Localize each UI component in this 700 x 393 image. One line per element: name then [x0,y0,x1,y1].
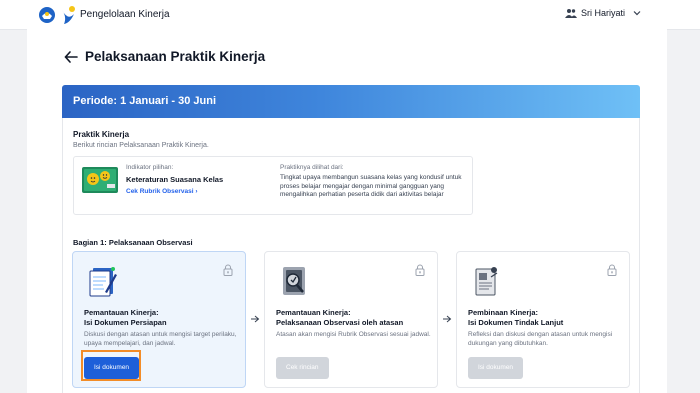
users-icon [565,9,577,18]
step-title-line2: Isi Dokumen Tindak Lanjut [468,317,564,327]
lock-icon [223,264,233,276]
step-description: Diskusi dengan atasan untuk mengisi targ… [84,331,237,347]
user-name: Sri Hariyati [581,8,626,18]
top-bar: Pengelolaan Kinerja Sri Hariyati [0,0,700,30]
lock-icon [415,264,425,276]
classroom-illustration-icon [82,167,118,193]
back-arrow-icon[interactable] [64,50,78,64]
step-title-line1: Pembinaan Kinerja: [468,308,539,317]
document-search-icon [283,267,305,295]
indicator-name: Keteraturan Suasana Kelas [126,175,224,184]
step-title-line1: Pemantauan Kinerja: [84,308,159,317]
observed-label: Praktiknya dilihat dari: [280,164,344,171]
step-title-line2: Pelaksanaan Observasi oleh atasan [276,317,404,327]
user-menu[interactable]: Sri Hariyati [565,8,641,18]
indicator-label: Indikator pilihan: [126,164,174,171]
period-banner: Periode: 1 Januari - 30 Juni [62,85,640,118]
cek-rincian-button: Cek rincian [276,357,329,379]
observed-text: Tingkat upaya membangun suasana kelas ya… [280,174,462,198]
arrow-right-icon [443,315,452,323]
chevron-down-icon [633,11,641,16]
platform-logo-icon [62,6,75,24]
rubrik-link-label: Cek Rubrik Observasi [126,188,194,195]
arrow-right-icon [251,315,260,323]
step-title: Pemantauan Kinerja: Pelaksanaan Observas… [276,308,436,327]
step-title: Pembinaan Kinerja: Isi Dokumen Tindak La… [468,308,628,327]
document-form-icon [89,267,117,297]
section-title: Bagian 1: Pelaksanaan Observasi [73,238,193,247]
isi-dokumen-tindak-lanjut-button: Isi dokumen [468,357,524,379]
praktik-subtitle: Berikut rincian Pelaksanaan Praktik Kine… [73,142,209,149]
step-title: Pemantauan Kinerja: Isi Dokumen Persiapa… [84,308,244,327]
rubrik-link[interactable]: Cek Rubrik Observasi › [126,188,198,195]
button-highlight-box [81,350,141,381]
step-description: Refleksi dan diskusi dengan atasan untuk… [468,331,613,347]
step-description: Atasan akan mengisi Rubrik Observasi ses… [276,331,431,338]
app-title: Pengelolaan Kinerja [80,9,170,20]
step-card-observasi: Pemantauan Kinerja: Pelaksanaan Observas… [264,251,438,388]
step-card-tindak-lanjut: Pembinaan Kinerja: Isi Dokumen Tindak La… [456,251,630,388]
document-followup-icon [475,267,498,296]
page-title: Pelaksanaan Praktik Kinerja [85,49,266,64]
step-title-line1: Pemantauan Kinerja: [276,308,351,317]
kemendikbud-logo-icon [39,7,55,23]
praktik-title: Praktik Kinerja [73,130,130,139]
lock-icon [607,264,617,276]
chevron-right-icon: › [195,188,198,195]
step-title-line2: Isi Dokumen Persiapan [84,317,167,327]
period-label: Periode: 1 Januari - 30 Juni [73,95,217,107]
